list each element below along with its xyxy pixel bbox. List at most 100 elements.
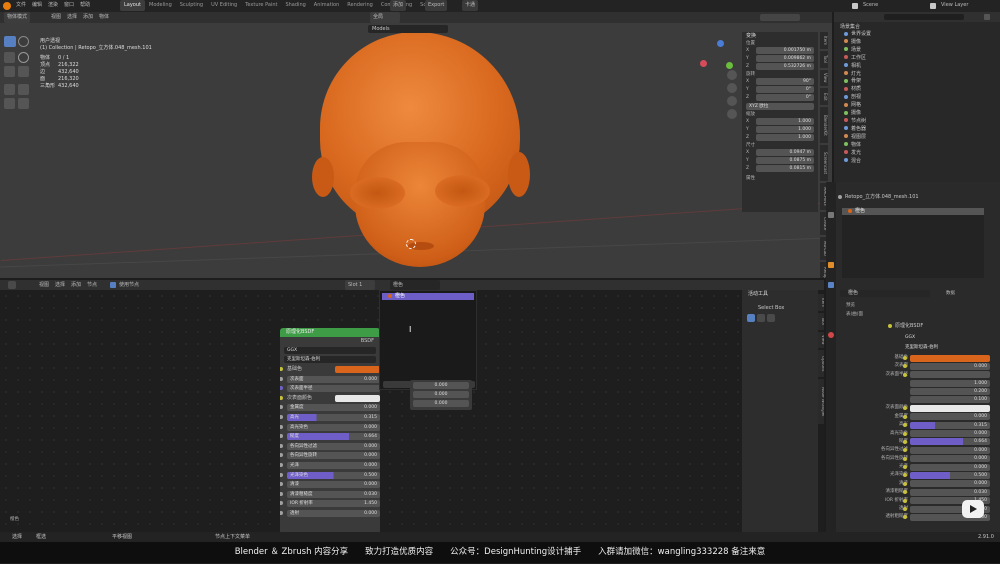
node-input-socket-icon[interactable] [280, 376, 283, 381]
viewport-menu-item[interactable]: 选择 [64, 12, 80, 23]
node-side-tab[interactable]: Node Wrangler [818, 378, 824, 425]
viewport-menu-item[interactable]: 物体 [96, 12, 112, 23]
node-input-field[interactable]: 次表面 0.000 [287, 375, 380, 383]
node-material-selector[interactable]: 橙色 [390, 280, 440, 290]
transform-value-field[interactable]: 90° [756, 78, 814, 85]
node-input-socket-icon[interactable] [280, 434, 283, 439]
material-selector[interactable]: 橙色 [840, 290, 930, 297]
export-button[interactable]: Export [425, 0, 448, 11]
object-tab-icon[interactable] [828, 262, 834, 268]
scene-selector[interactable]: Scene [860, 0, 910, 11]
workspace-tab[interactable]: Layout [120, 0, 145, 11]
property-value-field[interactable]: 0.664 [910, 438, 990, 446]
vector-node[interactable]: 0.000 0.000 0.000 [410, 380, 472, 410]
outliner-item[interactable]: 世界设置 [844, 31, 871, 39]
transform-tool-icon[interactable] [18, 66, 29, 77]
outliner-item[interactable]: 网格 [844, 102, 871, 110]
outliner-item[interactable]: 灯光 [844, 71, 871, 79]
node-input-socket-icon[interactable] [280, 405, 283, 410]
outliner-item[interactable]: 着色器 [844, 126, 871, 134]
workspace-tab[interactable]: UV Editing [207, 0, 241, 11]
transform-value-field[interactable]: 0.009862 m [756, 55, 814, 62]
node-menu-item[interactable]: 节点 [84, 280, 100, 290]
transform-orientation-dropdown[interactable]: 全局 [370, 12, 400, 23]
property-value-field[interactable]: 0.000 [910, 480, 990, 488]
select-mode-icons[interactable] [742, 314, 818, 322]
modifier-tab-icon[interactable] [828, 282, 834, 288]
outliner-item[interactable]: 摄像 [844, 110, 871, 118]
measure-tool-icon[interactable] [18, 84, 29, 95]
property-value-field[interactable]: 0.000 [910, 362, 990, 370]
node-menu-item[interactable]: 视图 [36, 280, 52, 290]
node-input-field[interactable]: 清漆 0.000 [287, 481, 380, 489]
annotate-tool-icon[interactable] [4, 84, 15, 95]
select-new-icon[interactable] [747, 314, 755, 322]
property-value-field[interactable]: 1.000 [910, 379, 990, 387]
vector-value-field[interactable]: 0.000 [413, 400, 469, 407]
node-input-field[interactable]: 清漆粗糙度 0.030 [287, 490, 380, 498]
menu-item[interactable]: 窗口 [61, 0, 77, 11]
edit-tool-icon[interactable] [18, 98, 29, 109]
node-method-dropdown[interactable]: 克里斯坦森-伯利 [284, 356, 376, 363]
node-side-tab[interactable]: Options [818, 350, 824, 377]
transform-value-field[interactable]: 0° [756, 94, 814, 101]
select-box-tool-icon[interactable] [4, 36, 16, 47]
pan-icon[interactable] [727, 83, 737, 93]
scale-tool-icon[interactable] [4, 66, 15, 77]
cursor-tool-icon[interactable] [18, 36, 29, 47]
property-value-field[interactable]: 0.000 [910, 446, 990, 454]
node-input-socket-icon[interactable] [280, 414, 283, 419]
node-input-field[interactable]: 次表面半径 [287, 385, 380, 393]
rotation-mode-dropdown[interactable]: XYZ 欧拉 [746, 103, 814, 110]
property-value-field[interactable]: 0.000 [910, 413, 990, 421]
node-input-field[interactable]: 糙度 0.664 [287, 433, 380, 441]
move-tool-icon[interactable] [4, 52, 15, 63]
node-side-tab[interactable]: View [818, 331, 824, 349]
node-input-socket-icon[interactable] [280, 424, 283, 429]
distribution-dropdown[interactable]: GGX [902, 334, 990, 341]
node-input-socket-icon[interactable] [280, 386, 283, 391]
scene-collection-row[interactable]: 场景集合 [840, 24, 860, 31]
bsdf-output[interactable]: BSDF [280, 337, 380, 346]
node-input-socket-icon[interactable] [280, 462, 283, 467]
cartoon-button[interactable]: 卡通 [462, 0, 479, 11]
n-panel-tab[interactable]: Item [820, 32, 828, 49]
workspace-tab[interactable]: Rendering [343, 0, 377, 11]
outliner-item[interactable]: 相机 [844, 63, 871, 71]
material-slot-item[interactable]: 橙色 [842, 208, 984, 215]
material-slot-list[interactable]: 橙色 [842, 208, 984, 278]
viewport-menu-item[interactable]: 视图 [48, 12, 64, 23]
editor-type-dropdown[interactable] [4, 280, 20, 290]
transform-value-field[interactable]: 0.0815 m [756, 165, 814, 172]
workspace-tab[interactable]: Shading [281, 0, 309, 11]
node-input-socket-icon[interactable] [280, 367, 283, 371]
property-value-field[interactable]: 0.315 [910, 421, 990, 429]
property-value-field[interactable] [910, 371, 990, 379]
property-value-field[interactable]: 0.200 [910, 388, 990, 396]
perspective-toggle-icon[interactable] [727, 109, 737, 119]
viewport-menu-item[interactable]: 添加 [80, 12, 96, 23]
material-browse-popup[interactable]: 橙色 [379, 290, 477, 390]
workspace-tab[interactable]: Animation [310, 0, 344, 11]
rotate-tool-icon[interactable] [18, 52, 29, 63]
transform-value-field[interactable]: 1.000 [756, 118, 814, 125]
principled-bsdf-node[interactable]: 原理化BSDF BSDF GGX 克里斯坦森-伯利 基础色 次表面 0.000 次表面… [280, 328, 380, 532]
n-panel-tab[interactable]: Tool [820, 50, 828, 68]
n-panel-tab[interactable]: View [820, 69, 828, 87]
menu-item[interactable]: 帮助 [77, 0, 93, 11]
outliner-item[interactable]: 摄像 [844, 39, 871, 47]
node-editor[interactable]: 视图 选择 添加 节点 使用节点 Slot 1 橙色 原理化BSDF BSDF GGX… [0, 280, 824, 532]
sculpted-head[interactable] [312, 32, 530, 267]
gizmo-x-axis[interactable] [700, 60, 707, 67]
node-input-field[interactable]: 高光染色 0.000 [287, 423, 380, 431]
transform-value-field[interactable]: 0.0947 m [756, 149, 814, 156]
slot-dropdown[interactable]: Slot 1 [345, 280, 375, 290]
3d-viewport[interactable]: 物体模式 视图 选择 添加 物体 全局 用户透视 (1) Collection | R… [0, 12, 832, 278]
transform-value-field[interactable]: 1.000 [756, 126, 814, 133]
node-input-field[interactable] [335, 394, 380, 402]
property-value-field[interactable]: 0.000 [910, 455, 990, 463]
preview-panel[interactable]: 预览 [846, 302, 855, 309]
property-value-field[interactable] [910, 354, 990, 362]
node-input-field[interactable] [335, 366, 380, 373]
node-input-field[interactable]: 光泽染色 0.500 [287, 471, 380, 479]
